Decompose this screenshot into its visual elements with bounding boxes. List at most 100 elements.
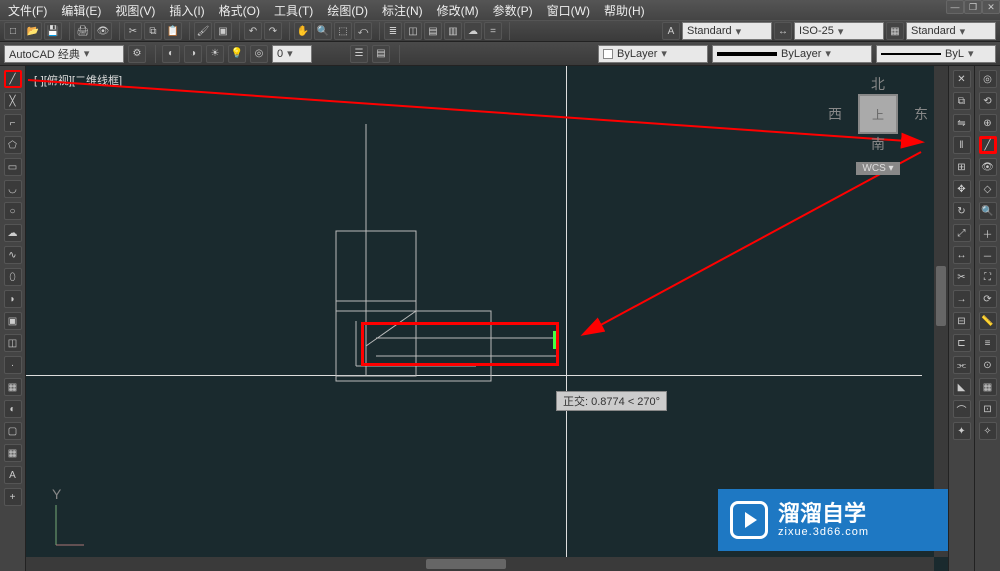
restore-button[interactable]: ❐ (964, 0, 982, 14)
move-icon[interactable]: ✥ (953, 180, 971, 198)
regen-icon[interactable]: ⟳ (979, 290, 997, 308)
markup-icon[interactable]: ☁ (464, 22, 482, 40)
polygon-icon[interactable]: ⬠ (4, 136, 22, 154)
drawing-canvas[interactable]: [-][俯视][二维线框] (26, 66, 948, 571)
view-combo[interactable]: 0▾ (272, 45, 312, 63)
construction-line-icon[interactable]: ╳ (4, 92, 22, 110)
dim-style-combo[interactable]: ISO-25▾ (794, 22, 884, 40)
toggle3-icon[interactable]: ◎ (250, 45, 268, 63)
menu-edit[interactable]: 编辑(E) (61, 2, 101, 19)
scrollbar-horizontal[interactable] (26, 557, 934, 571)
layer-color-combo[interactable]: ByLayer▾ (598, 45, 708, 63)
circle-icon[interactable]: ○ (4, 202, 22, 220)
zoom-window-icon[interactable]: ⬚ (334, 22, 352, 40)
viewcube-west[interactable]: 西 (828, 104, 842, 124)
view-cube[interactable]: 北 西 上 东 南 WCS ▾ (828, 74, 928, 204)
zoom-previous-icon[interactable]: ⤺ (354, 22, 372, 40)
properties-icon[interactable]: ≣ (384, 22, 402, 40)
minimize-button[interactable]: — (946, 0, 964, 14)
addselected-icon[interactable]: + (4, 488, 22, 506)
table-style-icon[interactable]: ▦ (886, 22, 904, 40)
mtext-icon[interactable]: A (4, 466, 22, 484)
new-icon[interactable]: □ (4, 22, 22, 40)
free-orbit-icon[interactable]: ⟲ (979, 92, 997, 110)
menu-parametric[interactable]: 参数(P) (493, 2, 533, 19)
rectangle-icon[interactable]: ▭ (4, 158, 22, 176)
scrollbar-thumb-v[interactable] (936, 266, 946, 326)
pan-icon[interactable]: ✋ (294, 22, 312, 40)
cut-icon[interactable]: ✂ (124, 22, 142, 40)
scrollbar-thumb-h[interactable] (426, 559, 506, 569)
menu-dimension[interactable]: 标注(N) (382, 2, 423, 19)
sheet-set-icon[interactable]: ▥ (444, 22, 462, 40)
stretch-icon[interactable]: ↔ (953, 246, 971, 264)
table-icon[interactable]: ▦ (4, 444, 22, 462)
lineweight-combo[interactable]: ByLayer▾ (712, 45, 872, 63)
save-icon[interactable]: 💾 (44, 22, 62, 40)
scrollbar-vertical[interactable] (934, 66, 948, 557)
zoom-extents-icon[interactable]: 🔍 (979, 202, 997, 220)
print-icon[interactable]: 🖨 (74, 22, 92, 40)
close-button[interactable]: ✕ (982, 0, 1000, 14)
erase-icon[interactable]: ✕ (953, 70, 971, 88)
table-style-combo[interactable]: Standard▾ (906, 22, 996, 40)
misc-icon[interactable]: ✧ (979, 422, 997, 440)
ellipse-icon[interactable]: ⬯ (4, 268, 22, 286)
break-at-point-icon[interactable]: ⊟ (953, 312, 971, 330)
open-icon[interactable]: 📂 (24, 22, 42, 40)
osnap-icon[interactable]: ⊙ (979, 356, 997, 374)
explode-icon[interactable]: ✦ (953, 422, 971, 440)
gradient-icon[interactable]: ◐ (4, 400, 22, 418)
measure-icon[interactable]: 📏 (979, 312, 997, 330)
rotate-icon[interactable]: ↻ (953, 202, 971, 220)
menu-modify[interactable]: 修改(M) (437, 2, 479, 19)
viewcube-north[interactable]: 北 (828, 74, 928, 94)
offset-icon[interactable]: ‖ (953, 136, 971, 154)
copy-icon[interactable]: ⧉ (144, 22, 162, 40)
menu-file[interactable]: 文件(F) (8, 2, 47, 19)
isolate-icon[interactable]: ◇ (979, 180, 997, 198)
calc-icon[interactable]: = (484, 22, 502, 40)
mirror-icon[interactable]: ⇋ (953, 114, 971, 132)
insert-block-icon[interactable]: ▣ (4, 312, 22, 330)
spline-icon[interactable]: ∿ (4, 246, 22, 264)
array-icon[interactable]: ⊞ (953, 158, 971, 176)
bulb-icon[interactable]: 💡 (228, 45, 246, 63)
zoom-all-icon[interactable]: ⛶ (979, 268, 997, 286)
match-prop-icon[interactable]: 🖌 (194, 22, 212, 40)
break-icon[interactable]: ⊏ (953, 334, 971, 352)
text-style-combo[interactable]: Standard▾ (682, 22, 772, 40)
make-block-icon[interactable]: ◫ (4, 334, 22, 352)
hatch-icon[interactable]: ▦ (4, 378, 22, 396)
line-tool-icon[interactable]: ╱ (4, 70, 22, 88)
revcloud-icon[interactable]: ☁ (4, 224, 22, 242)
chamfer-icon[interactable]: ◣ (953, 378, 971, 396)
layer-states-icon[interactable]: ▤ (372, 45, 390, 63)
copy-object-icon[interactable]: ⧉ (953, 92, 971, 110)
plot-preview-icon[interactable]: 👁 (94, 22, 112, 40)
menu-format[interactable]: 格式(O) (219, 2, 260, 19)
tool-palette-icon[interactable]: ▤ (424, 22, 442, 40)
dim-style-icon[interactable]: ↔ (774, 22, 792, 40)
viewcube-east[interactable]: 东 (914, 104, 928, 124)
menu-insert[interactable]: 插入(I) (169, 2, 204, 19)
arc-icon[interactable]: ◡ (4, 180, 22, 198)
snap-icon[interactable]: ⊡ (979, 400, 997, 418)
join-icon[interactable]: ⫘ (953, 356, 971, 374)
design-center-icon[interactable]: ◫ (404, 22, 422, 40)
zoom-realtime-icon[interactable]: 🔍 (314, 22, 332, 40)
menu-draw[interactable]: 绘图(D) (327, 2, 368, 19)
fillet-icon[interactable]: ⌒ (953, 400, 971, 418)
steering-wheel-icon[interactable]: ⊕ (979, 114, 997, 132)
ellipse-arc-icon[interactable]: ◗ (4, 290, 22, 308)
trim-icon[interactable]: ✂ (953, 268, 971, 286)
undo-icon[interactable]: ↶ (244, 22, 262, 40)
zoom-out-icon[interactable]: － (979, 246, 997, 264)
grid-icon[interactable]: ▦ (979, 378, 997, 396)
workspace-combo[interactable]: AutoCAD 经典▾ (4, 45, 124, 63)
point-icon[interactable]: · (4, 356, 22, 374)
plotstyle-combo[interactable]: ByL▾ (876, 45, 996, 63)
polyline-icon[interactable]: ⌐ (4, 114, 22, 132)
extend-icon[interactable]: → (953, 290, 971, 308)
scale-icon[interactable]: ⤢ (953, 224, 971, 242)
